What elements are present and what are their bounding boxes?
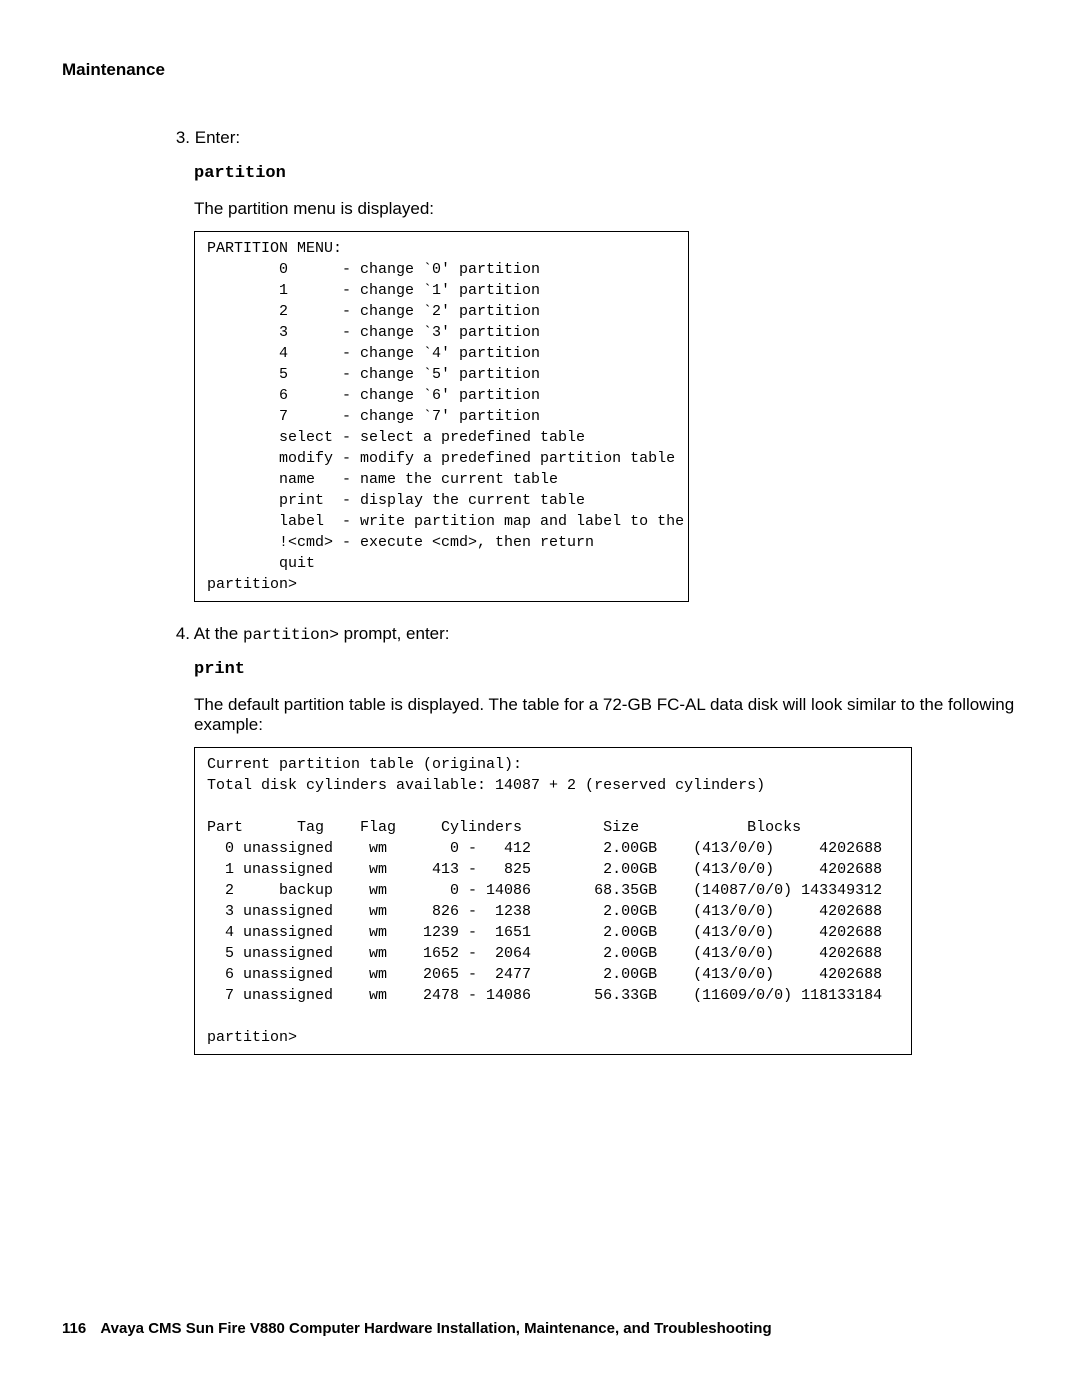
step-4-follow: The default partition table is displayed… [194,695,1018,735]
step-3-command: partition [194,164,1018,183]
step-4-label-prefix: At the [194,624,243,643]
step-4-prompt-literal: partition> [243,626,339,644]
step-3-line: 3. Enter: [170,128,1018,148]
page: Maintenance 3. Enter: partition The part… [0,0,1080,1397]
section-heading: Maintenance [62,60,1018,80]
step-4-label-suffix: prompt, enter: [339,624,450,643]
footer: 116 Avaya CMS Sun Fire V880 Computer Har… [62,1320,772,1337]
partition-table-block: Current partition table (original): Tota… [194,747,912,1055]
step-4-line: 4. At the partition> prompt, enter: [170,624,1018,644]
step-4-number: 4. [170,624,190,644]
content-area: 3. Enter: partition The partition menu i… [170,128,1018,1055]
step-3-label: Enter: [195,128,240,147]
step-4-command: print [194,660,1018,679]
footer-title: Avaya CMS Sun Fire V880 Computer Hardwar… [100,1320,771,1337]
step-3-follow: The partition menu is displayed: [194,199,1018,219]
partition-menu-block: PARTITION MENU: 0 - change `0' partition… [194,231,689,602]
step-3-number: 3. [170,128,190,148]
footer-page-number: 116 [62,1320,86,1337]
